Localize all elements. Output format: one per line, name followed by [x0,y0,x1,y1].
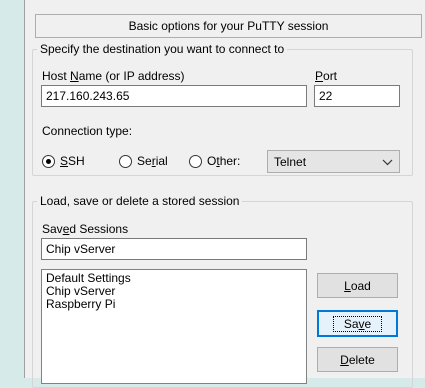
serial-radio-label: Serial [137,154,168,168]
session-list-item[interactable]: Raspberry Pi [46,298,302,311]
panel-header-title: Basic options for your PuTTY session [128,19,329,33]
destination-group-legend: Specify the destination you want to conn… [37,42,288,56]
saved-sessions-list[interactable]: Default Settings Chip vServer Raspberry … [41,269,307,384]
load-button[interactable]: Load [317,273,398,298]
save-button[interactable]: Save [317,310,398,337]
serial-radio-option[interactable]: Serial [119,154,168,168]
serial-radio[interactable] [119,154,132,168]
ssh-radio-label: SSH [60,154,85,168]
sessions-group-legend: Load, save or delete a stored session [37,194,243,208]
other-radio[interactable] [189,154,202,168]
host-name-label: Host Name (or IP address) [42,69,185,83]
panel-header: Basic options for your PuTTY session [35,14,422,38]
host-name-input[interactable]: 217.160.243.65 [41,85,307,107]
save-button-label: Save [332,315,383,332]
putty-session-panel: Basic options for your PuTTY session Spe… [24,0,425,388]
delete-button-label: Delete [340,352,375,367]
connection-type-label: Connection type: [42,124,133,138]
other-protocol-select[interactable]: Telnet [267,150,400,173]
other-radio-label: Other: [207,154,241,168]
delete-button[interactable]: Delete [317,347,398,372]
port-label: Port [315,69,338,83]
saved-session-name-input[interactable]: Chip vServer [41,238,307,260]
other-protocol-value: Telnet [274,154,307,169]
port-input[interactable]: 22 [314,85,400,107]
saved-sessions-label: Saved Sessions [42,222,129,236]
other-radio-option[interactable]: Other: [189,154,240,168]
chevron-down-icon [382,155,393,169]
load-button-label: Load [344,278,371,293]
ssh-radio-option[interactable]: SSH [42,154,85,168]
ssh-radio[interactable] [42,154,55,168]
